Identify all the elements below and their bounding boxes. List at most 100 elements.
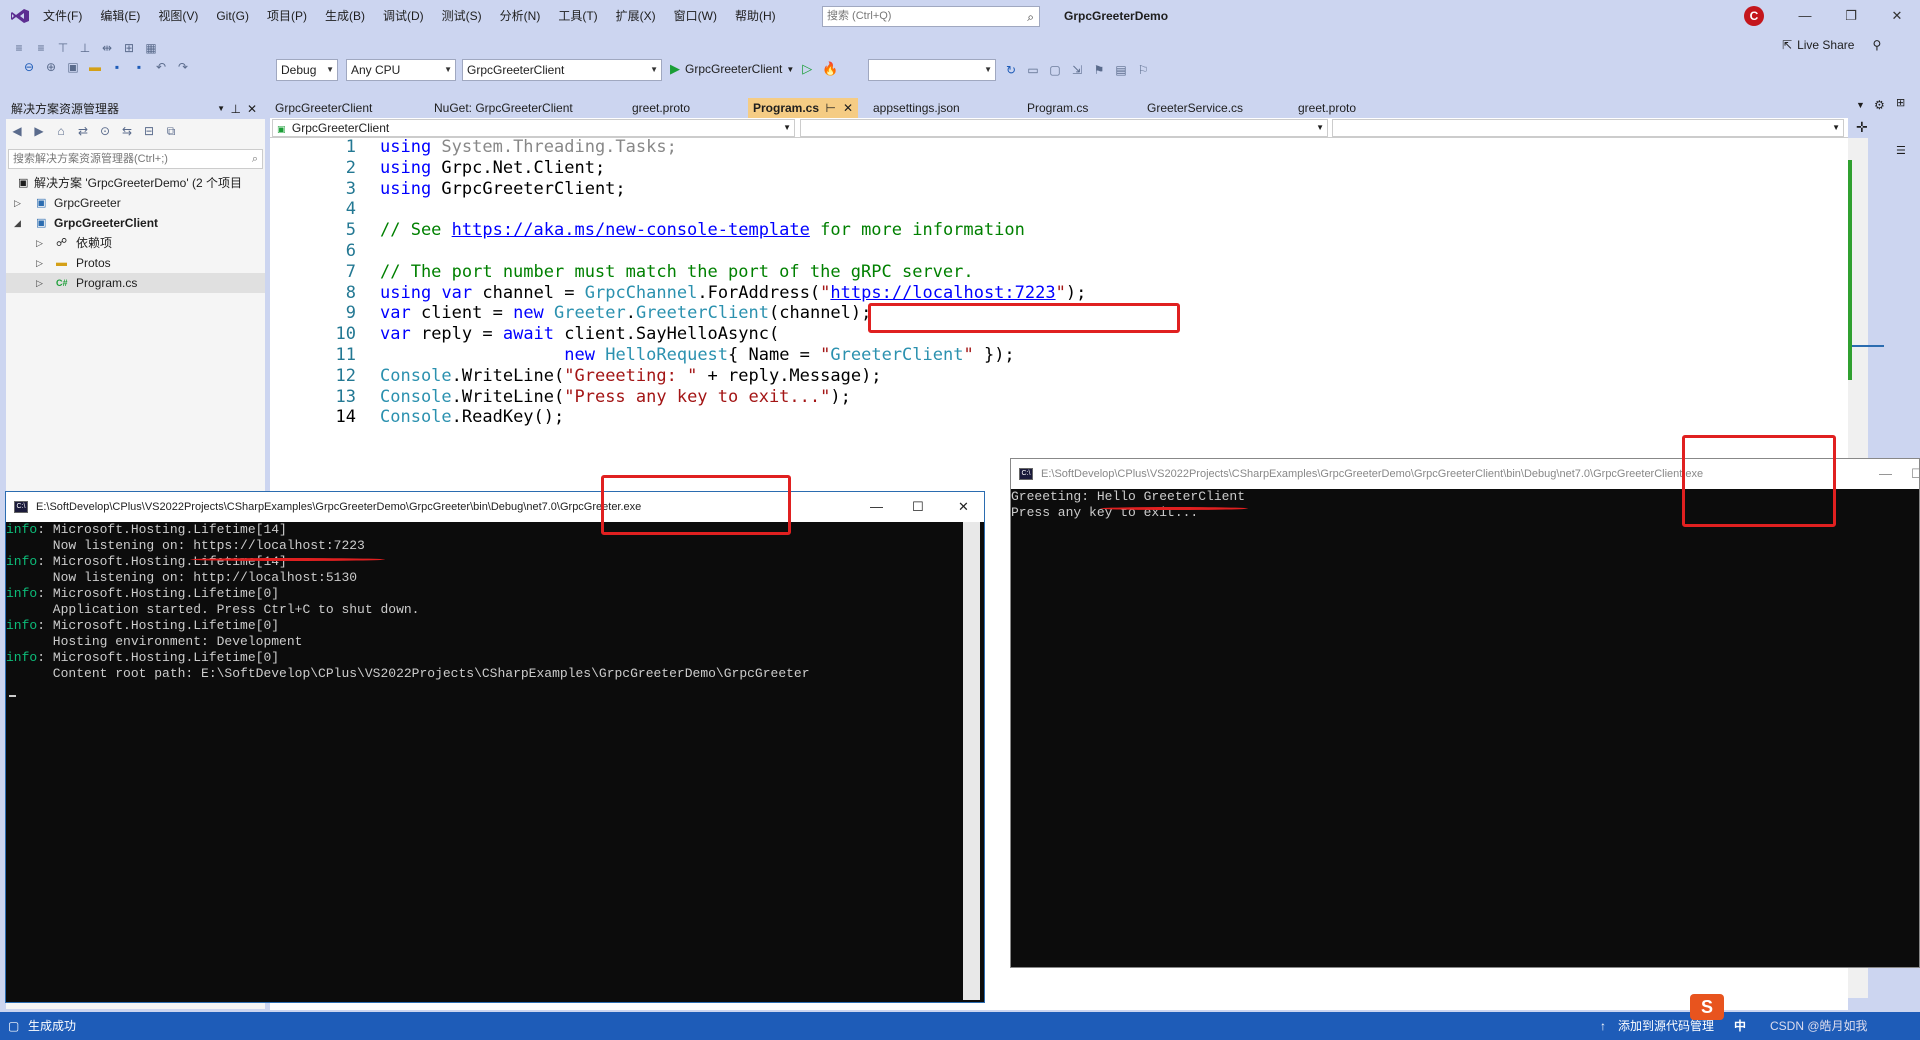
new-project-icon[interactable]: ▣ xyxy=(65,59,81,75)
menu-item-11[interactable]: 窗口(W) xyxy=(665,0,726,32)
comment-icon[interactable]: ▤ xyxy=(1113,62,1129,78)
save-all-icon[interactable]: ▪ xyxy=(131,59,147,75)
menu-item-2[interactable]: 视图(V) xyxy=(149,0,207,32)
menu-item-4[interactable]: 项目(P) xyxy=(258,0,316,32)
back-icon[interactable]: ⊖ xyxy=(21,59,37,75)
client-console-window[interactable]: C:\ E:\SoftDevelop\CPlus\VS2022Projects\… xyxy=(1010,458,1920,968)
code-line[interactable]: Console.ReadKey(); xyxy=(380,407,564,427)
browser-icon[interactable]: ▭ xyxy=(1025,62,1041,78)
forward-icon[interactable]: ▶ xyxy=(31,123,47,139)
home-icon[interactable]: ⌂ xyxy=(53,123,69,139)
tree-item-dependencies[interactable]: ▷ ☍ 依赖项 xyxy=(6,233,265,253)
menu-item-10[interactable]: 扩展(X) xyxy=(607,0,665,32)
expand-icon[interactable]: ▷ xyxy=(14,193,21,213)
menu-item-9[interactable]: 工具(T) xyxy=(549,0,606,32)
collapse-icon[interactable]: ◢ xyxy=(14,213,21,233)
show-all-files-icon[interactable]: ⧉ xyxy=(163,123,179,139)
code-line[interactable]: using var channel = GrpcChannel.ForAddre… xyxy=(380,283,1086,303)
close-icon[interactable]: ✕ xyxy=(247,99,257,119)
spacing-icon[interactable]: ⇹ xyxy=(99,40,115,56)
tab-greet-proto-2[interactable]: greet.proto xyxy=(1293,98,1423,118)
ime-indicator[interactable]: 中 xyxy=(1734,1012,1746,1040)
menu-item-7[interactable]: 测试(S) xyxy=(433,0,491,32)
tab-program-cs[interactable]: Program.cs xyxy=(1022,98,1142,118)
refresh-icon[interactable]: ↻ xyxy=(1003,62,1019,78)
sync-icon[interactable]: ⇆ xyxy=(119,123,135,139)
tree-item-grpcgreeterclient[interactable]: ◢ ▣ GrpcGreeterClient xyxy=(6,213,265,233)
tab-appsettings-json[interactable]: appsettings.json xyxy=(868,98,1018,118)
ime-logo-icon[interactable]: S xyxy=(1690,994,1724,1020)
grid-icon[interactable]: ▦ xyxy=(143,40,159,56)
properties-icon[interactable]: ☰ xyxy=(1896,144,1906,157)
menu-item-0[interactable]: 文件(F) xyxy=(34,0,91,32)
expand-icon[interactable]: ▷ xyxy=(36,233,43,253)
minimize-icon[interactable]: — xyxy=(1879,459,1892,489)
code-line[interactable]: var reply = await client.SayHelloAsync( xyxy=(380,324,779,344)
pending-changes-icon[interactable]: ⊙ xyxy=(97,123,113,139)
platform-dropdown[interactable]: Any CPU ▼ xyxy=(346,59,456,81)
start-debugging-button[interactable]: ▶ GrpcGreeterClient ▼ ▷ 🔥 xyxy=(670,61,838,77)
maximize-icon[interactable]: ☐ xyxy=(912,492,924,522)
minimize-icon[interactable]: — xyxy=(870,492,883,522)
code-line[interactable]: // The port number must match the port o… xyxy=(380,262,974,282)
menu-item-8[interactable]: 分析(N) xyxy=(491,0,550,32)
startup-project-dropdown[interactable]: GrpcGreeterClient ▼ xyxy=(462,59,662,81)
tree-item-program-cs[interactable]: ▷ C# Program.cs xyxy=(6,273,265,293)
tree-item-protos[interactable]: ▷ ▬ Protos xyxy=(6,253,265,273)
menu-item-3[interactable]: Git(G) xyxy=(207,0,258,32)
align-top-icon[interactable]: ⊤ xyxy=(55,40,71,56)
split-editor-icon[interactable]: ✛ xyxy=(1856,119,1868,136)
forward-icon[interactable]: ⊕ xyxy=(43,59,59,75)
tab-list-icon[interactable]: ▼ xyxy=(1856,100,1865,110)
tab-program-cs-active[interactable]: Program.cs ⊢ ✕ xyxy=(748,98,858,118)
pin-icon[interactable]: ⊥ xyxy=(231,99,241,119)
align-right-icon[interactable]: ≡ xyxy=(33,40,49,56)
configuration-dropdown[interactable]: Debug ▼ xyxy=(276,59,338,81)
expand-icon[interactable]: ▷ xyxy=(36,273,43,293)
close-icon[interactable]: ✕ xyxy=(1874,0,1920,32)
feedback-icon[interactable]: ⚲ xyxy=(1872,38,1881,52)
chevron-down-icon[interactable]: ▼ xyxy=(217,99,225,119)
menu-item-1[interactable]: 编辑(E) xyxy=(91,0,149,32)
align-bottom-icon[interactable]: ⊥ xyxy=(77,40,93,56)
pin-icon[interactable]: ⊢ xyxy=(826,98,836,118)
server-console-scrollbar[interactable] xyxy=(963,522,980,1000)
save-icon[interactable]: ▪ xyxy=(109,59,125,75)
collapse-all-icon[interactable]: ⊟ xyxy=(141,123,157,139)
switch-views-icon[interactable]: ⇄ xyxy=(75,123,91,139)
maximize-icon[interactable]: ☐ xyxy=(1911,459,1919,489)
redo-icon[interactable]: ↷ xyxy=(175,59,191,75)
expand-icon[interactable]: ▷ xyxy=(36,253,43,273)
tree-item-solution[interactable]: ▣ 解决方案 'GrpcGreeterDemo' (2 个项目 xyxy=(6,173,265,193)
empty-dropdown[interactable]: ▼ xyxy=(868,59,996,81)
align-left-icon[interactable]: ≡ xyxy=(11,40,27,56)
bookmark-icon[interactable]: ⚑ xyxy=(1091,62,1107,78)
code-line[interactable]: using Grpc.Net.Client; xyxy=(380,158,605,178)
tab-grpcgreeterclient[interactable]: GrpcGreeterClient xyxy=(270,98,397,118)
tab-greeterservice-cs[interactable]: GreeterService.cs xyxy=(1142,98,1292,118)
tab-greet-proto[interactable]: greet.proto xyxy=(627,98,747,118)
bookmark-next-icon[interactable]: ⚐ xyxy=(1135,62,1151,78)
menu-item-12[interactable]: 帮助(H) xyxy=(726,0,785,32)
minimize-icon[interactable]: — xyxy=(1782,0,1828,32)
back-icon[interactable]: ◀ xyxy=(9,123,25,139)
account-avatar[interactable]: C xyxy=(1744,6,1764,26)
start-without-debugging-icon[interactable]: ▷ xyxy=(802,61,812,77)
search-input[interactable]: 搜索 (Ctrl+Q) ⌕ xyxy=(822,6,1040,27)
code-line[interactable]: var client = new Greeter.GreeterClient(c… xyxy=(380,303,871,323)
code-line[interactable]: Console.WriteLine("Greeeting: " + reply.… xyxy=(380,366,882,386)
code-line[interactable]: using GrpcGreeterClient; xyxy=(380,179,626,199)
step-icon[interactable]: ⇲ xyxy=(1069,62,1085,78)
undo-icon[interactable]: ↶ xyxy=(153,59,169,75)
window-icon[interactable]: ▢ xyxy=(1047,62,1063,78)
server-console-window[interactable]: C:\ E:\SoftDevelop\CPlus\VS2022Projects\… xyxy=(5,491,985,1003)
live-share-button[interactable]: ⇱ Live Share ⚲ xyxy=(1782,38,1881,52)
close-icon[interactable]: ✕ xyxy=(843,98,853,118)
close-icon[interactable]: ✕ xyxy=(958,492,969,522)
code-line[interactable]: // See https://aka.ms/new-console-templa… xyxy=(380,220,1025,240)
code-line[interactable]: Console.WriteLine("Press any key to exit… xyxy=(380,387,851,407)
menu-item-6[interactable]: 调试(D) xyxy=(374,0,433,32)
tree-item-grpcgreeter[interactable]: ▷ ▣ GrpcGreeter xyxy=(6,193,265,213)
open-folder-icon[interactable]: ▬ xyxy=(87,59,103,75)
center-icon[interactable]: ⊞ xyxy=(121,40,137,56)
